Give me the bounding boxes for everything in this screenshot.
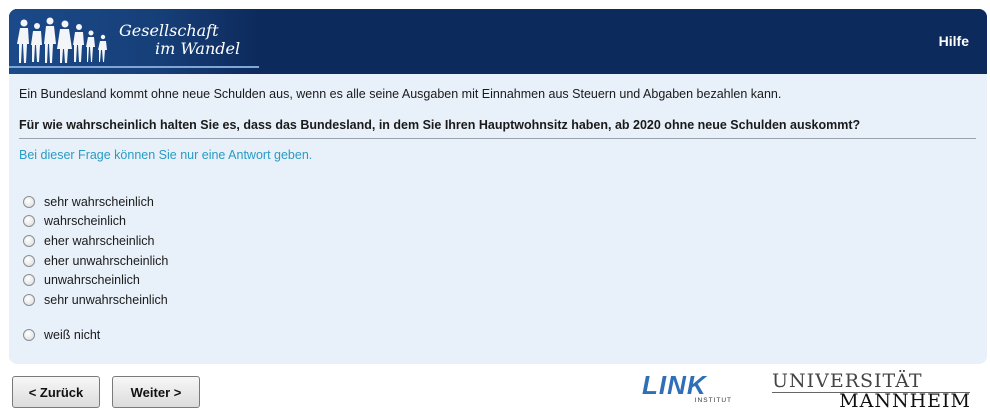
answer-options: sehr wahrscheinlich wahrscheinlich eher … bbox=[23, 192, 168, 345]
option-label: unwahrscheinlich bbox=[44, 273, 140, 288]
link-logo-word: LINK bbox=[642, 370, 707, 400]
option-eher-wahrscheinlich[interactable]: eher wahrscheinlich bbox=[23, 231, 168, 251]
next-button[interactable]: Weiter > bbox=[112, 376, 200, 408]
uni-logo-bottom: MANNHEIM bbox=[839, 390, 971, 412]
question-area: Ein Bundesland kommt ohne neue Schulden … bbox=[19, 87, 977, 162]
radio-button[interactable] bbox=[23, 329, 35, 342]
link-logo-sub: INSTITUT bbox=[694, 397, 732, 404]
survey-panel: Gesellschaft im Wandel Hilfe Ein Bundesl… bbox=[9, 9, 987, 364]
brand-underline bbox=[9, 66, 259, 68]
people-silhouette-icon bbox=[17, 17, 107, 63]
uni-logo-top: UNIVERSITÄT bbox=[772, 370, 923, 392]
option-sehr-unwahrscheinlich[interactable]: sehr unwahrscheinlich bbox=[23, 290, 168, 310]
help-link[interactable]: Hilfe bbox=[939, 33, 969, 49]
option-label: weiß nicht bbox=[44, 328, 101, 343]
uni-mannheim-logo: UNIVERSITÄT MANNHEIM bbox=[772, 370, 977, 412]
brand-wordmark: Gesellschaft im Wandel bbox=[119, 22, 240, 58]
option-label: eher wahrscheinlich bbox=[44, 233, 155, 248]
radio-button[interactable] bbox=[23, 234, 35, 247]
question-intro: Ein Bundesland kommt ohne neue Schulden … bbox=[19, 87, 782, 101]
option-eher-unwahrscheinlich[interactable]: eher unwahrscheinlich bbox=[23, 251, 168, 271]
radio-button[interactable] bbox=[23, 195, 35, 208]
radio-button[interactable] bbox=[23, 274, 35, 287]
option-sehr-wahrscheinlich[interactable]: sehr wahrscheinlich bbox=[23, 192, 168, 212]
option-label: sehr unwahrscheinlich bbox=[44, 292, 168, 307]
answer-hint: Bei dieser Frage können Sie nur eine Ant… bbox=[19, 148, 313, 162]
question-text: Für wie wahrscheinlich halten Sie es, da… bbox=[19, 118, 976, 139]
option-unwahrscheinlich[interactable]: unwahrscheinlich bbox=[23, 270, 168, 290]
brand-logo: Gesellschaft im Wandel bbox=[9, 9, 259, 74]
option-label: eher unwahrscheinlich bbox=[44, 253, 169, 268]
brand-line-2: im Wandel bbox=[155, 39, 241, 58]
back-button[interactable]: < Zurück bbox=[12, 376, 100, 408]
header-bar: Gesellschaft im Wandel Hilfe bbox=[9, 9, 987, 74]
option-label: sehr wahrscheinlich bbox=[44, 194, 154, 209]
radio-button[interactable] bbox=[23, 293, 35, 306]
option-label: wahrscheinlich bbox=[44, 214, 126, 229]
radio-button[interactable] bbox=[23, 215, 35, 228]
option-wahrscheinlich[interactable]: wahrscheinlich bbox=[23, 212, 168, 232]
brand-line-1: Gesellschaft bbox=[119, 21, 219, 40]
radio-button[interactable] bbox=[23, 254, 35, 267]
option-weiss-nicht[interactable]: weiß nicht bbox=[23, 326, 168, 346]
link-institut-logo: LINK INSTITUT bbox=[642, 372, 734, 406]
